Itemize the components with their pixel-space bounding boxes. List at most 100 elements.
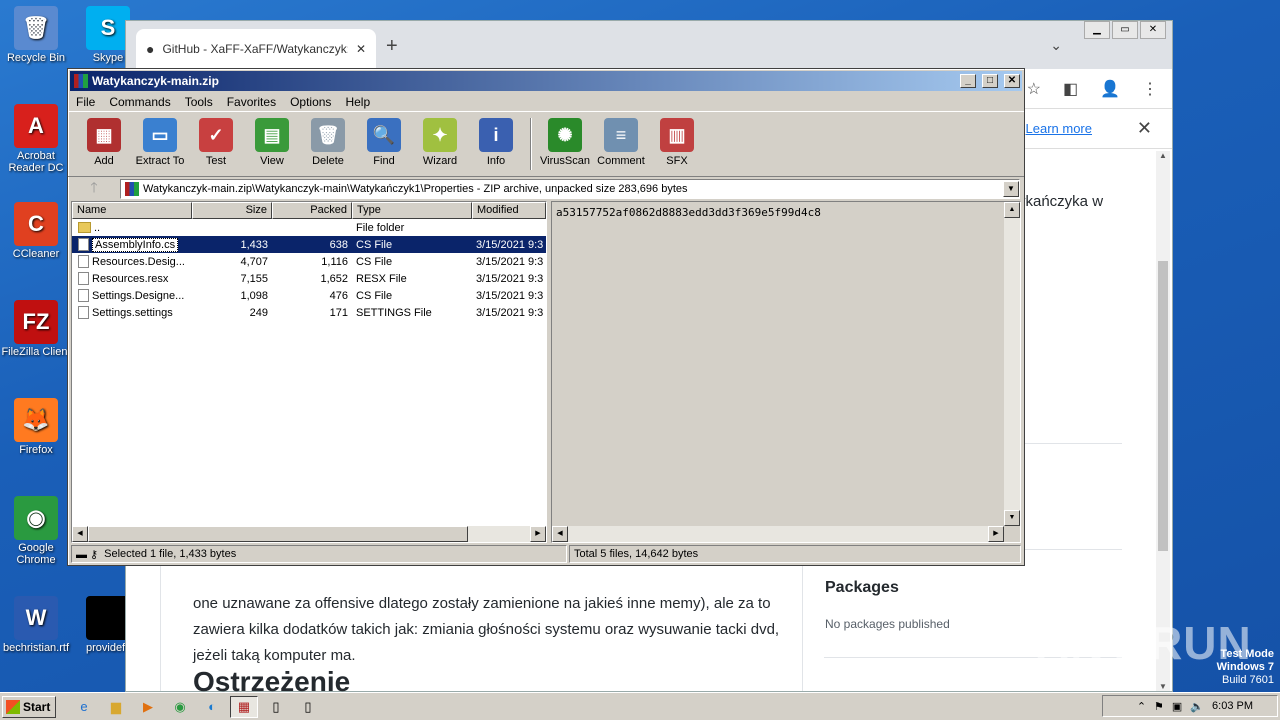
menu-favorites[interactable]: Favorites: [227, 95, 276, 109]
find-magnifier-icon: 🔍: [367, 118, 401, 152]
star-icon[interactable]: ☆: [1027, 79, 1041, 99]
menu-file[interactable]: File: [76, 95, 95, 109]
test-mode-watermark: Test Mode Windows 7 Build 7601: [1217, 648, 1274, 687]
document-icon[interactable]: ▯: [294, 696, 322, 718]
file-name: AssemblyInfo.cs: [92, 237, 179, 252]
explorer-folder-icon[interactable]: ▆: [102, 696, 130, 718]
maximize-button[interactable]: □: [982, 74, 998, 88]
start-button[interactable]: Start: [2, 695, 56, 718]
column-modified[interactable]: Modified: [472, 202, 546, 219]
vertical-scrollbar[interactable]: ▲ ▼: [1004, 202, 1020, 526]
info-icon: i: [479, 118, 513, 152]
table-row[interactable]: Settings.Designe... 1,098 476 CS File 3/15/2…: [72, 287, 546, 304]
profile-icon[interactable]: 👤: [1100, 79, 1120, 99]
table-row[interactable]: Settings.settings 249 171 SETTINGS File 3/15…: [72, 304, 546, 321]
virusscan-button[interactable]: ✺ VirusScan: [537, 114, 593, 174]
tray-expand-icon[interactable]: ⌃: [1137, 700, 1146, 713]
winrar-taskbar-icon[interactable]: ▦: [230, 695, 258, 718]
desktop-icon[interactable]: C CCleaner: [0, 202, 74, 260]
scroll-left-icon[interactable]: ◀: [552, 526, 568, 542]
cell-name: ..: [72, 222, 192, 234]
status-selection-text: Selected 1 file, 1,433 bytes: [104, 548, 237, 560]
desktop-icon[interactable]: 🗑 Recycle Bin: [0, 6, 74, 64]
winrar-window: Watykanczyk-main.zip _ □ ✕ File Commands T…: [67, 68, 1025, 566]
table-row[interactable]: Resources.resx 7,155 1,652 RESX File 3/15/20…: [72, 270, 546, 287]
cell-packed: 1,116: [321, 255, 348, 268]
clock[interactable]: 6:03 PM: [1212, 700, 1253, 712]
ie-icon[interactable]: e: [70, 696, 98, 718]
cell-packed: 638: [329, 238, 348, 251]
desktop-icon[interactable]: A Acrobat Reader DC: [0, 104, 74, 174]
minimize-button[interactable]: _: [960, 74, 976, 88]
up-arrow-icon[interactable]: 🡑: [72, 177, 116, 201]
minimize-button[interactable]: ▁: [1084, 21, 1110, 39]
scroll-right-icon[interactable]: ▶: [988, 526, 1004, 542]
packages-title[interactable]: Packages: [825, 579, 899, 597]
scroll-up-icon[interactable]: ▲: [1004, 202, 1020, 218]
menu-tools[interactable]: Tools: [185, 95, 213, 109]
learn-more-link[interactable]: Learn more: [1026, 121, 1092, 136]
chevron-down-icon[interactable]: ⌄: [1050, 37, 1062, 54]
table-row[interactable]: AssemblyInfo.cs 1,433 638 CS File 3/15/2021 …: [72, 236, 546, 253]
flag-icon[interactable]: ⚑: [1154, 700, 1164, 713]
edge-icon[interactable]: ◐: [198, 696, 226, 718]
menu-dots-icon[interactable]: ⋮: [1142, 79, 1158, 99]
horizontal-scrollbar[interactable]: ◀ ▶: [552, 526, 1004, 542]
column-packed[interactable]: Packed: [272, 202, 352, 219]
view-button[interactable]: ▤ View: [244, 114, 300, 174]
horizontal-scrollbar[interactable]: ◀ ▶: [72, 526, 546, 542]
desktop-icon[interactable]: FZ FileZilla Client: [0, 300, 74, 358]
chrome-icon[interactable]: ◉: [166, 696, 194, 718]
desktop-icon[interactable]: 🦊 Firefox: [0, 398, 74, 456]
address-field[interactable]: Watykanczyk-main.zip\Watykanczyk-main\Wa…: [120, 179, 1020, 199]
find-button[interactable]: 🔍 Find: [356, 114, 412, 174]
wizard-button[interactable]: ✦ Wizard: [412, 114, 468, 174]
volume-icon[interactable]: 🔈: [1190, 700, 1204, 713]
extract-to-button[interactable]: ▭ Extract To: [132, 114, 188, 174]
windows-flag-icon: [6, 699, 20, 714]
close-tab-icon[interactable]: ✕: [356, 42, 366, 56]
scroll-up-icon[interactable]: ▲: [1156, 151, 1170, 160]
close-icon[interactable]: ✕: [1137, 118, 1152, 139]
scroll-thumb[interactable]: [1158, 261, 1168, 551]
comment-button[interactable]: ≡ Comment: [593, 114, 649, 174]
network-icon[interactable]: ▣: [1172, 700, 1182, 713]
list-header: Name Size Packed Type Modified: [72, 202, 546, 219]
column-name[interactable]: Name: [72, 202, 192, 219]
delete-button[interactable]: 🗑 Delete: [300, 114, 356, 174]
desktop-icon[interactable]: ◉ Google Chrome: [0, 496, 74, 566]
table-row[interactable]: Resources.Desig... 4,707 1,116 CS File 3/15/…: [72, 253, 546, 270]
maximize-button[interactable]: ▭: [1112, 21, 1138, 39]
scroll-down-icon[interactable]: ▼: [1004, 510, 1020, 526]
scroll-right-icon[interactable]: ▶: [530, 526, 546, 542]
close-button[interactable]: ✕: [1004, 74, 1020, 88]
test-clipboard-icon: ✓: [199, 118, 233, 152]
menu-commands[interactable]: Commands: [109, 95, 170, 109]
side-panel-icon[interactable]: ◧: [1063, 79, 1078, 99]
add-button[interactable]: ▦ Add: [76, 114, 132, 174]
sfx-button[interactable]: ▥ SFX: [649, 114, 705, 174]
cell-type: CS File: [356, 255, 393, 268]
desktop-icon[interactable]: Wbechristian.rtf: [0, 596, 74, 654]
info-button[interactable]: i Info: [468, 114, 524, 174]
menu-options[interactable]: Options: [290, 95, 331, 109]
file-icon: [78, 289, 89, 302]
test-button[interactable]: ✓ Test: [188, 114, 244, 174]
scroll-thumb[interactable]: [88, 526, 468, 542]
media-player-icon[interactable]: ▶: [134, 696, 162, 718]
column-size[interactable]: Size: [192, 202, 272, 219]
new-tab-button[interactable]: +: [386, 35, 398, 58]
browser-scrollbar[interactable]: ▲ ▼: [1156, 151, 1170, 691]
close-button[interactable]: ✕: [1140, 21, 1166, 39]
table-row[interactable]: .. File folder: [72, 219, 546, 236]
desktop-icon-label: Google Chrome: [16, 542, 56, 566]
scroll-left-icon[interactable]: ◀: [72, 526, 88, 542]
winrar-titlebar[interactable]: Watykanczyk-main.zip _ □ ✕: [70, 71, 1022, 91]
scroll-down-icon[interactable]: ▼: [1156, 682, 1170, 691]
browser-tab[interactable]: ● GitHub - XaFF-XaFF/Watykanczyk: R ✕: [136, 29, 376, 69]
wizard-wand-icon: ✦: [423, 118, 457, 152]
column-type[interactable]: Type: [352, 202, 472, 219]
menu-help[interactable]: Help: [345, 95, 370, 109]
chevron-down-icon[interactable]: ▼: [1003, 181, 1019, 197]
document-icon[interactable]: ▯: [262, 696, 290, 718]
